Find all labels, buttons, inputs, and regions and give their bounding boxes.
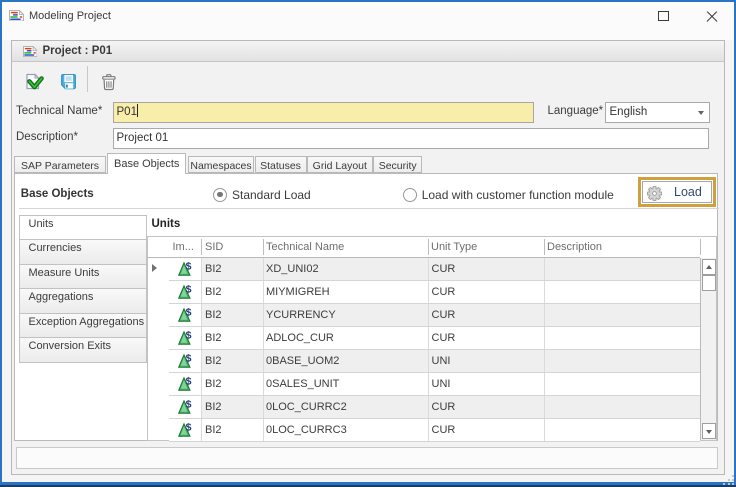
svg-text:$: $ [186,421,192,433]
svg-text:$: $ [186,398,192,410]
svg-text:$: $ [186,306,192,318]
svg-text:$: $ [186,352,192,364]
svg-text:$: $ [186,329,192,341]
svg-text:$: $ [186,375,192,387]
svg-text:$: $ [186,283,192,295]
svg-text:$: $ [186,260,192,272]
